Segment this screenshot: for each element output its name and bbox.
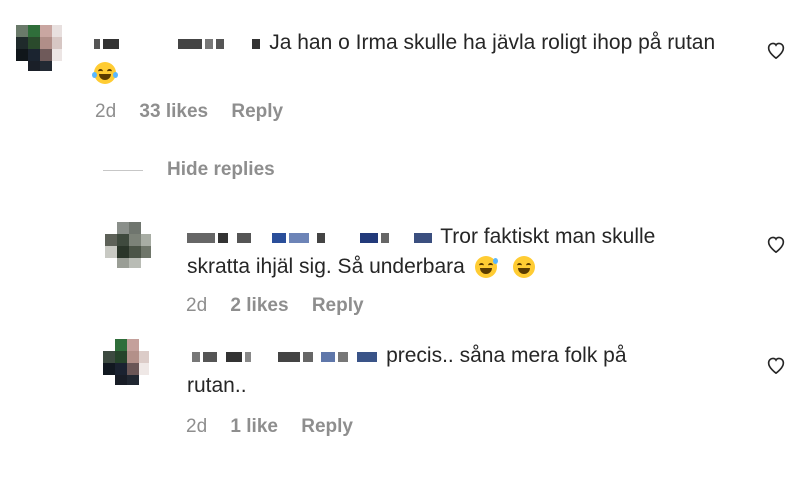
reply-text-line-2: rutan.. (187, 371, 247, 401)
heart-icon[interactable] (766, 235, 788, 255)
comment-body: Ja han o Irma skulle ha jävla roligt iho… (269, 31, 716, 54)
censored-username[interactable] (192, 341, 380, 371)
divider (103, 169, 143, 171)
censored-username[interactable] (94, 28, 263, 58)
hide-replies-button[interactable]: Hide replies (103, 157, 275, 183)
face-with-tears-of-joy-emoji (92, 62, 118, 85)
heart-icon[interactable] (766, 41, 788, 61)
like-count[interactable]: 33 likes (139, 101, 208, 122)
comment-emoji-line (92, 58, 118, 88)
like-count[interactable]: 2 likes (230, 295, 288, 316)
reply-time: 2d (186, 416, 208, 437)
hide-replies-label: Hide replies (167, 159, 275, 180)
censored-username[interactable] (187, 222, 435, 252)
grinning-squinting-face-emoji (512, 256, 535, 279)
comment-text: Ja han o Irma skulle ha jävla roligt iho… (94, 28, 715, 58)
avatar[interactable] (105, 222, 151, 268)
reply-button[interactable]: Reply (312, 295, 364, 316)
comment-meta: 2d 33 likes Reply (95, 101, 301, 123)
reply-body: Tror faktiskt man skulle (440, 225, 656, 248)
reply-text: precis.. såna mera folk på (192, 341, 627, 371)
reply-body-continued: skratta ihjäl sig. Så underbara (187, 255, 465, 278)
reply-button[interactable]: Reply (231, 101, 283, 122)
reply-button[interactable]: Reply (301, 416, 353, 437)
comments-thread: Ja han o Irma skulle ha jävla roligt iho… (0, 0, 800, 477)
reply-text: Tror faktiskt man skulle (187, 222, 655, 252)
comment-time: 2d (95, 101, 117, 122)
reply-time: 2d (186, 295, 208, 316)
reply-meta: 2d 2 likes Reply (186, 295, 382, 317)
reply-meta: 2d 1 like Reply (186, 416, 371, 438)
avatar[interactable] (103, 339, 149, 385)
grinning-face-with-sweat-emoji (474, 256, 498, 279)
reply-body: precis.. såna mera folk på (386, 344, 627, 367)
like-count[interactable]: 1 like (230, 416, 278, 437)
reply-text-line-2: skratta ihjäl sig. Så underbara (187, 252, 535, 282)
avatar[interactable] (16, 25, 62, 71)
heart-icon[interactable] (766, 356, 788, 376)
reply-body-continued: rutan.. (187, 374, 247, 397)
